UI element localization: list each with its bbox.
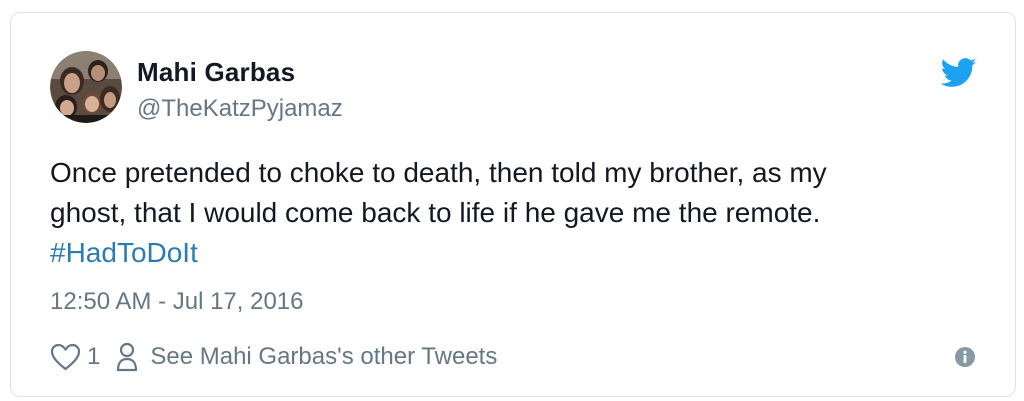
hashtag-link[interactable]: #HadToDoIt bbox=[50, 233, 990, 273]
other-tweets-link[interactable]: See Mahi Garbas's other Tweets bbox=[150, 343, 497, 371]
info-icon[interactable] bbox=[954, 346, 976, 368]
person-icon[interactable] bbox=[116, 342, 138, 372]
display-name[interactable]: Mahi Garbas bbox=[137, 57, 295, 88]
tweet-text: Once pretended to choke to death, then t… bbox=[50, 153, 990, 273]
tweet-timestamp[interactable]: 12:50 AM - Jul 17, 2016 bbox=[50, 288, 304, 316]
heart-icon[interactable] bbox=[50, 343, 81, 371]
twitter-bird-icon[interactable] bbox=[940, 57, 977, 89]
tweet-actions: 1 See Mahi Garbas's other Tweets bbox=[50, 340, 497, 374]
avatar[interactable] bbox=[50, 51, 122, 123]
like-count[interactable]: 1 bbox=[87, 343, 100, 371]
tweet-text-line: Once pretended to choke to death, then t… bbox=[50, 157, 827, 188]
tweet-card: Mahi Garbas @TheKatzPyjamaz Once pretend… bbox=[10, 12, 1016, 397]
tweet-text-line: ghost, that I would come back to life if… bbox=[50, 197, 821, 228]
user-handle[interactable]: @TheKatzPyjamaz bbox=[137, 95, 343, 123]
